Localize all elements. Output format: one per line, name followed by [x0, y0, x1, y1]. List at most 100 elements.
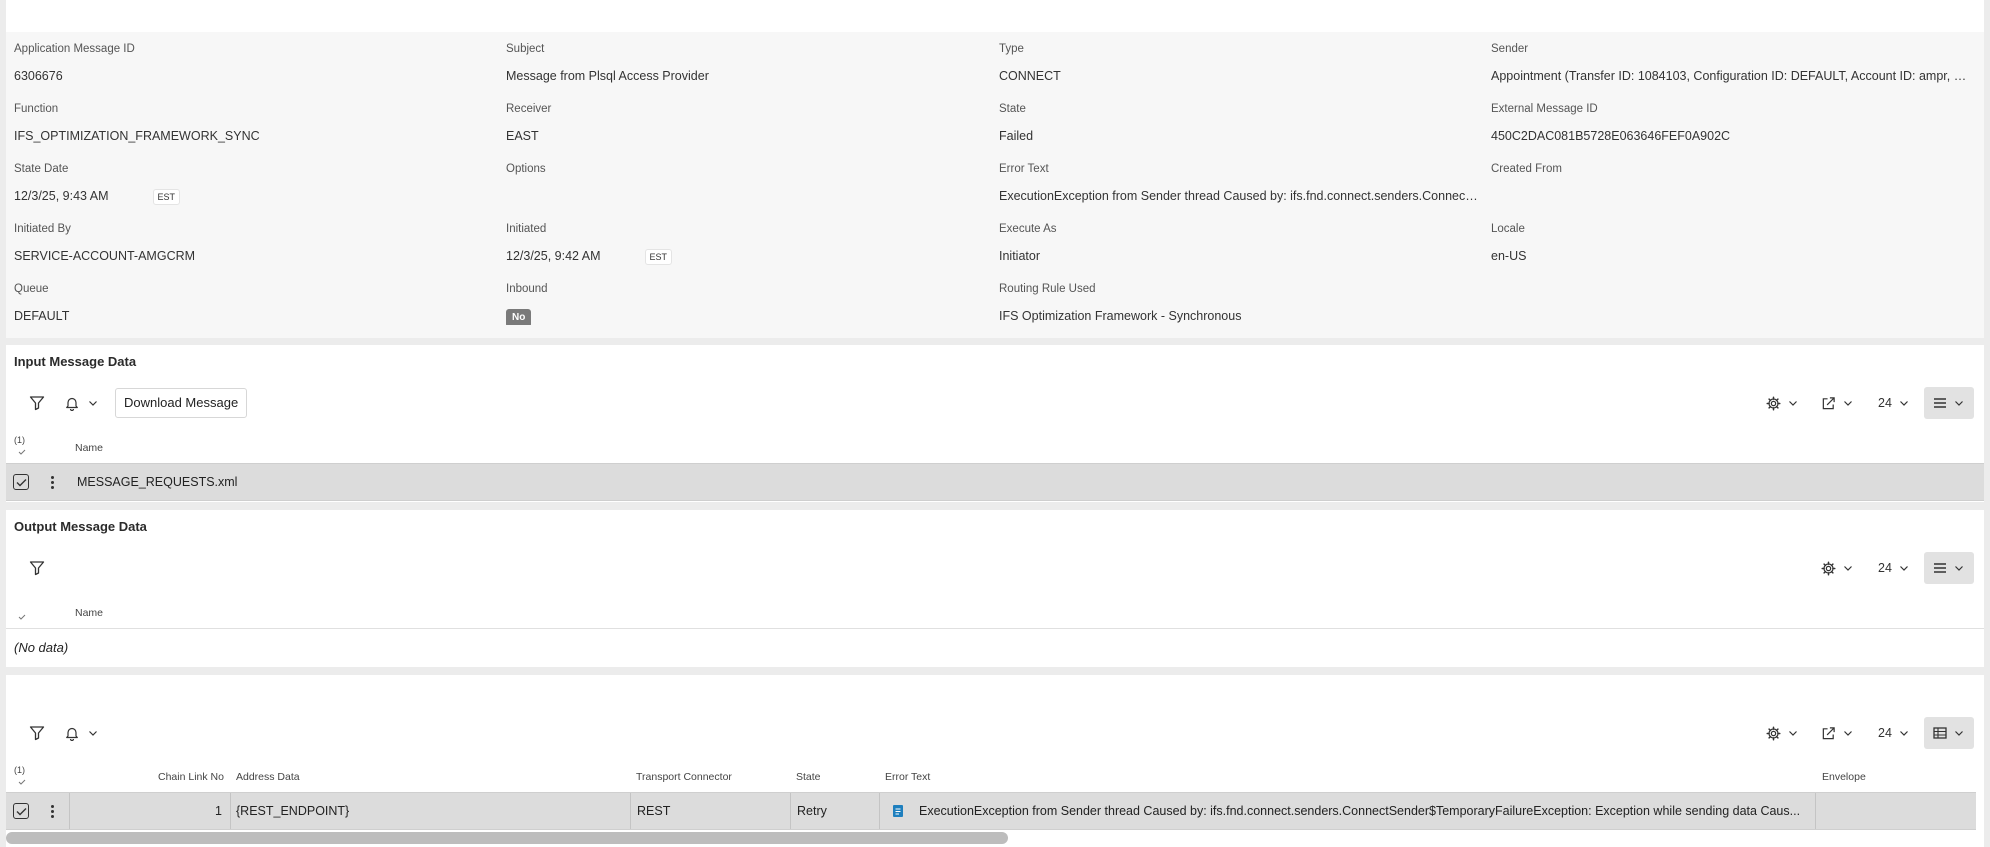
- field-execute-as: Execute As Initiator: [999, 221, 1479, 265]
- bell-icon: [66, 397, 78, 411]
- chevron-down-icon: [89, 401, 97, 406]
- column-header-envelope[interactable]: Envelope: [1822, 771, 1866, 783]
- error-text-cell[interactable]: ExecutionException from Sender thread Ca…: [919, 793, 1809, 829]
- page-size-select[interactable]: 24: [1874, 552, 1914, 584]
- field-label: Routing Rule Used: [999, 283, 1096, 295]
- table-row[interactable]: MESSAGE_REQUESTS.xml: [6, 463, 1984, 501]
- field-value: 12/3/25, 9:43 AM EST: [14, 187, 494, 205]
- no-data-text: (No data): [14, 640, 69, 655]
- input-message-data-panel: Input Message Data Download Message 24 (…: [6, 345, 1984, 502]
- input-toolbar: Download Message 24: [6, 387, 1984, 423]
- section-title: Input Message Data: [14, 354, 137, 369]
- field-value: CONNECT: [999, 69, 1061, 83]
- notification-menu-button[interactable]: [61, 387, 103, 419]
- filter-icon: [29, 726, 45, 741]
- settings-menu-button[interactable]: [1761, 387, 1803, 419]
- field-application-message-id: Application Message ID 6306676: [14, 41, 494, 85]
- select-all-check-icon[interactable]: [18, 779, 26, 785]
- column-header-name[interactable]: Name: [75, 442, 103, 454]
- field-label: Locale: [1491, 223, 1525, 235]
- field-label: Sender: [1491, 43, 1529, 55]
- row-menu-icon[interactable]: [50, 476, 54, 489]
- routing-rule-link[interactable]: IFS Optimization Framework - Synchronous: [999, 307, 1479, 325]
- export-menu-button[interactable]: [1816, 717, 1858, 749]
- column-header-error-text[interactable]: Error Text: [885, 771, 930, 783]
- list-view-icon: [1934, 563, 1946, 573]
- column-divider: [790, 793, 791, 829]
- row-checkbox[interactable]: [13, 474, 29, 490]
- field-routing-rule-used: Routing Rule Used IFS Optimization Frame…: [999, 281, 1479, 325]
- settings-menu-button[interactable]: [1816, 552, 1858, 584]
- filter-button[interactable]: [20, 387, 54, 419]
- notification-menu-button[interactable]: [61, 717, 103, 749]
- column-divider: [879, 793, 880, 829]
- page-size-select[interactable]: 24: [1874, 387, 1914, 419]
- transport-connector-cell[interactable]: REST: [637, 793, 787, 829]
- timezone-badge: EST: [152, 188, 181, 205]
- row-checkbox[interactable]: [13, 803, 29, 819]
- field-label: Receiver: [506, 103, 552, 115]
- field-value: [506, 187, 986, 205]
- page-size-select[interactable]: 24: [1874, 717, 1914, 749]
- check-icon: [16, 807, 26, 815]
- export-menu-button[interactable]: [1816, 387, 1858, 419]
- select-all-check-icon[interactable]: [18, 449, 26, 455]
- field-external-message-id: External Message ID 450C2DAC081B5728E063…: [1491, 101, 1971, 145]
- field-label: Function: [14, 103, 59, 115]
- chain-toolbar: 24: [6, 717, 1984, 753]
- table-row[interactable]: 1 {REST_ENDPOINT} REST Retry ExecutionEx…: [6, 792, 1976, 830]
- address-data-cell[interactable]: {REST_ENDPOINT}: [236, 793, 626, 829]
- download-message-button[interactable]: Download Message: [115, 387, 248, 419]
- field-label: Subject: [506, 43, 545, 55]
- export-icon: [1822, 726, 1835, 739]
- field-value: IFS_OPTIMIZATION_FRAMEWORK_SYNC: [14, 129, 260, 143]
- filter-button[interactable]: [20, 552, 54, 584]
- output-toolbar: 24: [6, 552, 1984, 588]
- field-label: State: [999, 103, 1026, 115]
- chevron-down-icon: [1900, 566, 1908, 571]
- field-initiated-by: Initiated By SERVICE-ACCOUNT-AMGCRM: [14, 221, 494, 265]
- column-header-state[interactable]: State: [796, 771, 821, 783]
- field-label: Created From: [1491, 163, 1562, 175]
- field-receiver: Receiver EAST: [506, 101, 986, 145]
- row-menu-icon[interactable]: [50, 805, 54, 818]
- page-size-value: 24: [1878, 561, 1892, 575]
- field-value: 6306676: [14, 69, 63, 83]
- chevron-down-icon: [1900, 731, 1908, 736]
- column-header-transport-connector[interactable]: Transport Connector: [636, 771, 732, 783]
- select-all-check-icon[interactable]: [18, 614, 26, 620]
- column-divider: [1815, 793, 1816, 829]
- field-label: Options: [506, 163, 546, 175]
- column-header-chain-link-no[interactable]: Chain Link No: [158, 771, 224, 783]
- chevron-down-icon: [1788, 731, 1797, 736]
- export-icon: [1822, 396, 1835, 409]
- output-message-data-panel: Output Message Data 24 Name (No data): [6, 510, 1984, 667]
- chevron-down-icon: [1843, 731, 1852, 736]
- settings-menu-button[interactable]: [1761, 717, 1803, 749]
- field-value: DEFAULT: [14, 309, 70, 323]
- filter-button[interactable]: [20, 717, 54, 749]
- state-cell[interactable]: Retry: [797, 793, 877, 829]
- field-label: Execute As: [999, 223, 1057, 235]
- field-value: ExecutionException from Sender thread Ca…: [999, 189, 1479, 203]
- field-value: Message from Plsql Access Provider: [506, 69, 709, 83]
- document-icon[interactable]: [892, 804, 904, 818]
- horizontal-scrollbar[interactable]: [6, 832, 1008, 844]
- field-type: Type CONNECT: [999, 41, 1479, 85]
- view-mode-button[interactable]: [1924, 552, 1974, 584]
- column-header-name[interactable]: Name: [75, 607, 103, 619]
- field-locale: Locale en-US: [1491, 221, 1971, 265]
- chain-link-no-cell[interactable]: 1: [156, 793, 222, 829]
- chevron-down-icon: [1788, 401, 1797, 406]
- selected-count: (1): [14, 435, 25, 445]
- view-mode-button[interactable]: [1924, 387, 1974, 419]
- chevron-down-icon: [1955, 566, 1963, 571]
- field-label: Queue: [14, 283, 49, 295]
- chevron-down-icon: [1843, 401, 1852, 406]
- field-value: Appointment (Transfer ID: 1084103, Confi…: [1491, 69, 1971, 83]
- bell-icon: [66, 727, 78, 741]
- view-mode-button[interactable]: [1924, 717, 1974, 749]
- column-header-address-data[interactable]: Address Data: [236, 771, 300, 783]
- field-label: Inbound: [506, 283, 548, 295]
- file-name-cell[interactable]: MESSAGE_REQUESTS.xml: [77, 464, 477, 500]
